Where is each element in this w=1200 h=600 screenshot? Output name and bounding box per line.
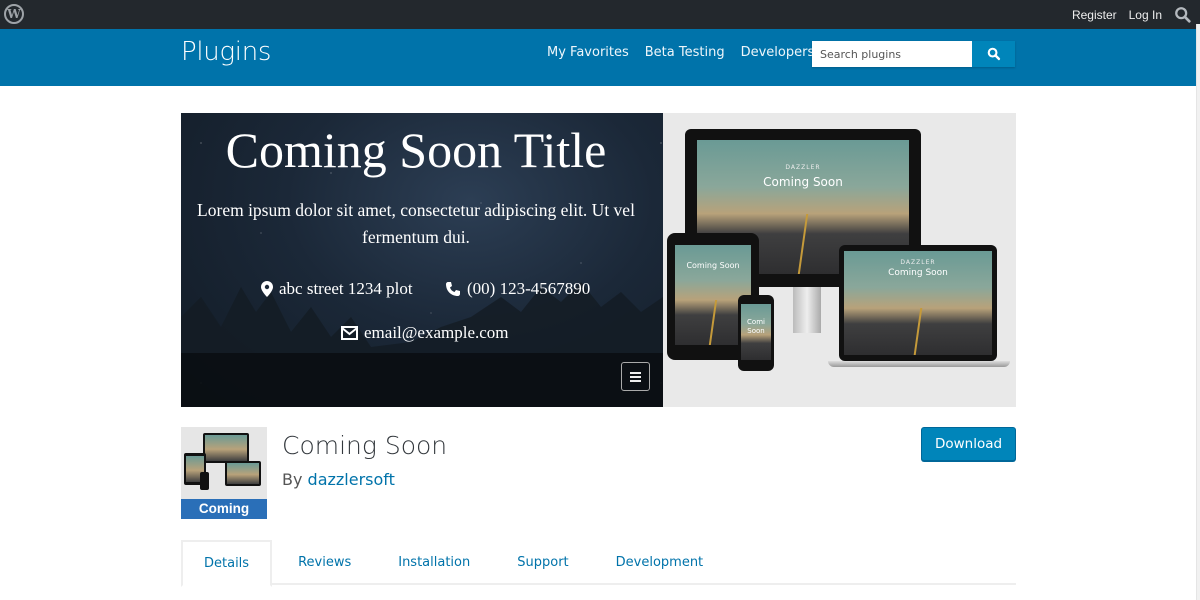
banner-device-mockup: DAZZLER Coming Soon Coming Soon DAZZLER … [663,113,1016,407]
wordpress-logo-icon[interactable]: W [4,4,24,24]
admin-bar: W Register Log In [0,0,1200,29]
nav-developers[interactable]: Developers [741,45,815,60]
header-nav: My Favorites Beta Testing Developers [547,45,814,60]
search-input[interactable] [812,41,972,67]
nav-my-favorites[interactable]: My Favorites [547,45,629,60]
register-link[interactable]: Register [1072,8,1117,22]
hamburger-menu-icon [621,362,650,391]
page-scrollbar[interactable] [1196,24,1200,600]
plugin-icon-label: Coming Soon [181,499,267,519]
tablet-title: Coming Soon [686,261,740,270]
laptop-mockup: DAZZLER Coming Soon [839,245,997,361]
tab-installation[interactable]: Installation [372,540,491,585]
tab-development[interactable]: Development [590,540,725,585]
plugin-icon: Coming Soon [181,427,267,519]
mockup-title: Coming Soon [763,175,843,189]
plugin-author: By dazzlersoft [282,470,395,489]
author-link[interactable]: dazzlersoft [308,470,395,489]
laptop-base [828,361,1010,367]
banner-phone: (00) 123-4567890 [445,279,590,299]
login-link[interactable]: Log In [1129,8,1162,22]
plugin-tabs: Details Reviews Installation Support Dev… [181,540,1016,587]
author-prefix: By [282,470,303,489]
email-text: email@example.com [364,323,509,342]
phone-mockup-title: Comi Soon [747,318,765,335]
phone-icon [446,282,460,296]
banner-footer-bar [181,353,663,407]
search-form [812,41,1015,67]
search-icon[interactable] [1174,6,1192,24]
phone-mockup: Comi Soon [738,295,774,371]
plugin-banner: Coming Soon Title Lorem ipsum dolor sit … [181,113,1016,407]
tab-support[interactable]: Support [491,540,589,585]
plugin-title: Coming Soon [282,431,448,460]
banner-email: email@example.com [341,323,509,343]
banner-preview-dark: Coming Soon Title Lorem ipsum dolor sit … [181,113,663,407]
laptop-title: Coming Soon [888,268,948,278]
download-button[interactable]: Download [921,427,1016,461]
site-header: Plugins My Favorites Beta Testing Develo… [0,29,1196,86]
desktop-stand [793,287,821,333]
search-icon [987,47,1000,61]
banner-title: Coming Soon Title [225,122,607,178]
map-pin-icon [261,281,273,297]
phone-text: (00) 123-4567890 [467,279,591,298]
tab-reviews[interactable]: Reviews [272,540,372,585]
address-text: abc street 1234 plot [279,279,413,298]
tab-details[interactable]: Details [181,540,273,587]
mockup-brand: DAZZLER [785,164,821,171]
banner-address: abc street 1234 plot [261,279,413,299]
laptop-brand: DAZZLER [900,259,936,266]
search-button[interactable] [972,41,1015,67]
admin-links: Register Log In [1072,0,1192,29]
page-title[interactable]: Plugins [181,37,271,67]
envelope-icon [341,326,358,340]
nav-beta-testing[interactable]: Beta Testing [645,45,725,60]
banner-description: Lorem ipsum dolor sit amet, consectetur … [197,200,635,247]
